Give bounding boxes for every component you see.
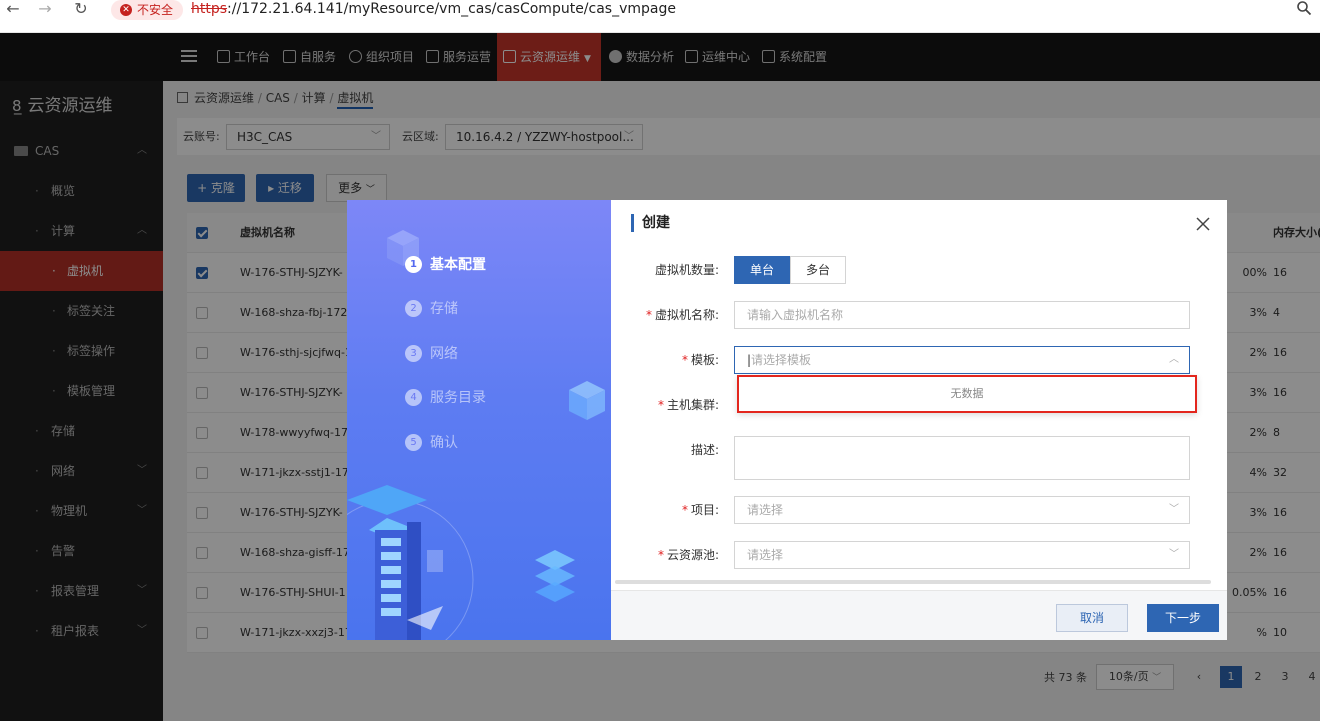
url-path: ://172.21.64.141/myResource/vm_cas/casCo… [227,1,676,17]
back-icon[interactable]: ← [2,0,24,20]
template-dropdown-empty: 无数据 [737,375,1197,413]
close-icon[interactable] [1195,216,1211,232]
wizard-steps-panel: 1 基本配置 2 存储 3 网络 4 服务目录 5 确认 [347,200,611,640]
chevron-down-icon: ﹀ [1169,504,1179,515]
cancel-button[interactable]: 取消 [1056,604,1128,632]
horizontal-scrollbar[interactable] [615,580,1211,584]
project-select[interactable]: 请选择 ﹀ [734,496,1190,524]
project-label: * 项目: [681,503,719,517]
template-label: * 模板: [681,353,719,367]
dialog-footer: 取消 下一步 [611,590,1227,640]
reload-icon[interactable]: ↻ [70,0,92,20]
chevron-up-icon: ︿ [1169,354,1179,365]
multi-vm-toggle[interactable]: 多台 [790,256,846,284]
next-button[interactable]: 下一步 [1147,604,1219,632]
host-cluster-label: * 主机集群: [657,398,719,412]
template-select[interactable]: |请选择模板 ︿ [734,346,1190,374]
browser-toolbar: ← → ↻ ✕ 不安全 https://172.21.64.141/myReso… [0,0,1320,33]
vm-name-label: * 虚拟机名称: [645,308,719,322]
security-badge[interactable]: ✕ 不安全 [111,0,183,20]
single-vm-toggle[interactable]: 单台 [734,256,790,284]
zoom-icon[interactable] [1296,0,1314,20]
vm-count-label: 虚拟机数量: [654,263,719,277]
chevron-down-icon: ﹀ [1169,549,1179,560]
url-scheme: https [191,1,228,17]
create-vm-dialog: 1 基本配置 2 存储 3 网络 4 服务目录 5 确认 创建 虚拟机数量: 单台 多台 … [347,200,1227,640]
warning-icon: ✕ [120,4,132,16]
description-textarea[interactable] [734,436,1190,480]
description-label: 描述: [690,443,719,457]
address-bar[interactable]: https://172.21.64.141/myResource/vm_cas/… [191,0,676,20]
dialog-title: 创建 [631,214,670,232]
resource-pool-select[interactable]: 请选择 ﹀ [734,541,1190,569]
resource-pool-label: * 云资源池: [657,548,719,562]
forward-icon[interactable]: → [34,0,56,20]
vm-name-input[interactable]: 请输入虚拟机名称 [734,301,1190,329]
